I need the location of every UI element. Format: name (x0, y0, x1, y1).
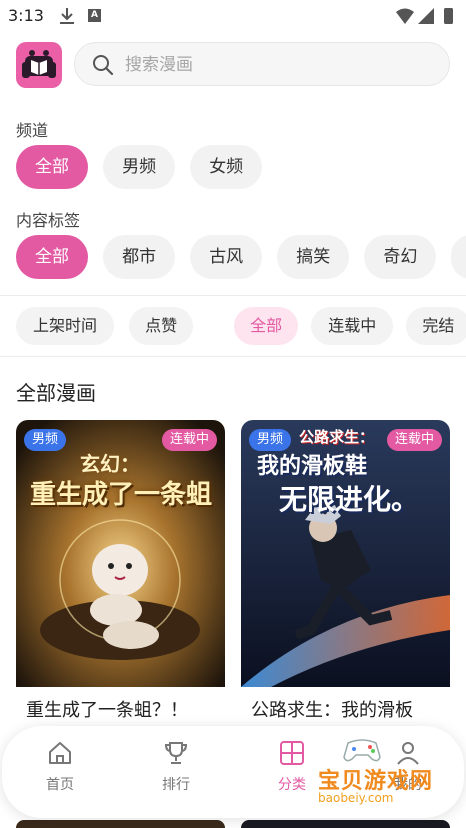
tags-label: 内容标签 (16, 211, 81, 230)
tag-chip-ancient[interactable]: 古风 (190, 235, 263, 279)
tag-chip-urban[interactable]: 都市 (103, 235, 176, 279)
search-icon (93, 55, 114, 76)
status-badge: 连载中 (161, 429, 217, 451)
tag-chip-row: 全部 都市 古风 搞笑 奇幻 (16, 235, 466, 279)
comic-card[interactable]: 玄幻： 重生成了一条蛆 男频 连载中 重生成了一条蛆？！ (16, 420, 225, 720)
cover-title-main: 重生成了一条蛆 (30, 480, 213, 510)
status-badge: 连载中 (386, 429, 442, 451)
tag-chip-funny[interactable]: 搞笑 (277, 235, 350, 279)
tag-chip-more[interactable] (451, 235, 466, 279)
system-indicators-icon (396, 8, 453, 24)
cover-title-main: 我的滑板鞋 (257, 454, 368, 479)
divider (0, 356, 466, 357)
divider (0, 295, 466, 296)
tag-chip-fantasy[interactable]: 奇幻 (364, 235, 437, 279)
status-bar: 3:13 A (0, 0, 466, 32)
search-input[interactable] (123, 51, 427, 79)
channel-chip-row: 全部 男频 女频 (16, 145, 466, 189)
channel-badge: 男频 (24, 429, 67, 451)
nav-rank[interactable]: 排行 (136, 740, 216, 794)
comic-name: 公路求生：我的滑板 (251, 700, 413, 720)
gamepad-icon (343, 739, 381, 762)
sort-by-date[interactable]: 上架时间 (16, 307, 114, 345)
comic-name: 重生成了一条蛆？！ (26, 700, 188, 720)
status-time: 3:13 (8, 6, 44, 25)
cover-title-top: 玄幻： (80, 452, 140, 476)
channel-badge: 男频 (249, 429, 292, 451)
cover-title-sub: 无限进化。 (279, 483, 420, 516)
book-sofa-icon (22, 50, 56, 78)
sort-by-likes[interactable]: 点赞 (129, 307, 194, 345)
top-bar (16, 42, 450, 88)
app-logo[interactable] (16, 42, 62, 88)
state-finished[interactable]: 完结 (406, 307, 466, 345)
nav-home[interactable]: 首页 (20, 740, 100, 794)
comic-card-peek (16, 820, 225, 828)
home-icon (49, 742, 71, 764)
comic-card[interactable]: 公路求生： 我的滑板鞋 无限进化。 男频 连载中 公路求生：我的滑板 (241, 420, 450, 720)
channel-chip-female[interactable]: 女频 (190, 145, 263, 189)
cover-title-top: 公路求生： (299, 428, 375, 446)
nav-home-label: 首页 (46, 777, 74, 793)
search-bar[interactable] (74, 42, 450, 86)
filter-row: 上架时间 点赞 全部 连载中 完结 (16, 307, 466, 345)
download-icon (60, 8, 74, 24)
comic-card-peek (241, 820, 450, 828)
trophy-icon (164, 742, 188, 764)
channel-label: 频道 (16, 121, 49, 140)
channel-chip-male[interactable]: 男频 (103, 145, 176, 189)
watermark: 宝贝游戏网 baobeiy.com (296, 733, 442, 805)
a-status-icon: A (88, 9, 101, 22)
tag-chip-all[interactable]: 全部 (16, 235, 88, 279)
list-title: 全部漫画 (16, 381, 96, 405)
state-ongoing[interactable]: 连载中 (311, 307, 394, 345)
channel-chip-all[interactable]: 全部 (16, 145, 88, 189)
state-all[interactable]: 全部 (234, 307, 299, 345)
watermark-url: baobeiy.com (318, 791, 394, 805)
nav-rank-label: 排行 (162, 777, 190, 793)
